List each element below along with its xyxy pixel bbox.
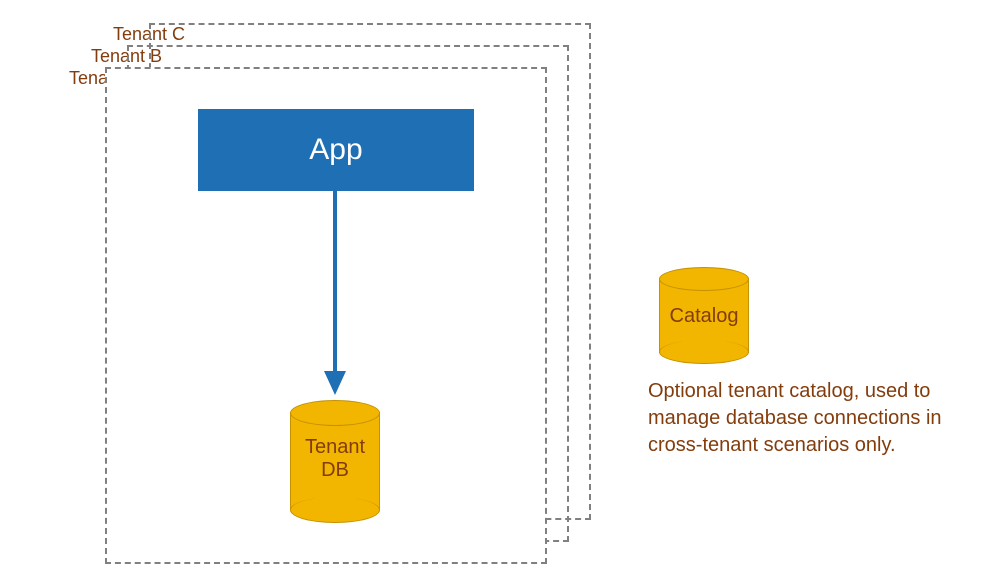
app-box: App [198,109,474,191]
arrow-app-to-db [320,191,350,395]
tenant-db-label: Tenant DB [290,436,380,482]
tenant-db-cylinder: Tenant DB [290,400,380,515]
catalog-label: Catalog [659,305,749,328]
catalog-description: Optional tenant catalog, used to manage … [648,378,958,459]
catalog-cylinder: Catalog [659,267,749,357]
app-label: App [309,133,362,167]
arrow-down-icon [320,191,350,395]
